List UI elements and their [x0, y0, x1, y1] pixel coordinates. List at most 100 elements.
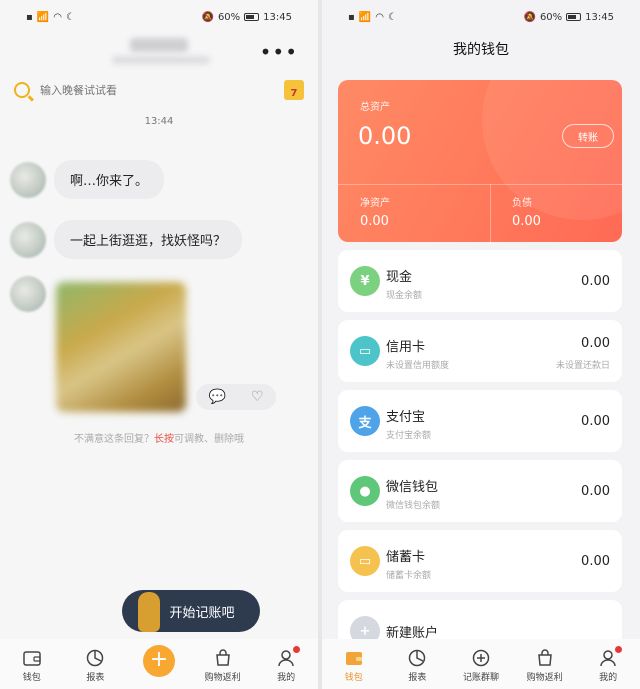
credit-card-icon: ▭ — [350, 336, 380, 366]
status-bar: ▪ 📶 ◠ ☾ 🔕 60% 13:45 — [0, 0, 318, 34]
chat-message: 一起上街逛逛，找妖怪吗？ — [10, 220, 243, 259]
notification-dot — [615, 646, 623, 653]
calendar-icon[interactable]: 7 — [284, 80, 304, 100]
account-balance: 0.00 — [581, 484, 610, 499]
account-wechat[interactable]: ● 微信钱包 微信钱包余额 0.00 — [338, 460, 622, 522]
tab-label: 购物返利 — [526, 673, 563, 683]
moon-icon: ☾ — [387, 11, 397, 23]
debt-value: 0.00 — [512, 214, 541, 229]
tab-reports[interactable]: 报表 — [387, 648, 447, 683]
tab-reports[interactable]: 报表 — [65, 648, 125, 683]
savings-card-icon: ▭ — [350, 546, 380, 576]
account-name: 支付宝 — [386, 410, 426, 425]
signal-icon: 📶 — [36, 11, 50, 23]
bottom-tab-bar: 钱包 报表 + 购物返利 我的 — [0, 639, 318, 689]
image-message[interactable] — [56, 282, 186, 412]
mute-icon: 🔕 — [201, 11, 214, 23]
chat-plus-icon — [471, 648, 491, 668]
account-subtitle: 储蓄卡余额 — [386, 571, 432, 581]
asset-summary-card[interactable]: 总资产 0.00 转账 净资产 0.00 负债 0.00 — [338, 80, 622, 242]
contact-subtitle-blurred — [112, 56, 210, 64]
wifi-icon: ◠ — [53, 11, 62, 23]
pie-chart-icon — [85, 648, 105, 668]
account-alipay[interactable]: 支 支付宝 支付宝余额 0.00 — [338, 390, 622, 452]
account-balance: 0.00 — [581, 554, 610, 569]
tab-wallet[interactable]: 钱包 — [2, 648, 62, 683]
contact-name-blurred — [130, 38, 188, 52]
battery-percent: 60% — [217, 11, 241, 23]
account-name: 储蓄卡 — [386, 550, 426, 565]
account-subtitle: 支付宝余额 — [386, 431, 432, 441]
tab-wallet[interactable]: 钱包 — [324, 648, 384, 683]
account-subtitle: 现金余额 — [386, 291, 423, 301]
chat-header: ••• — [0, 34, 318, 74]
hint-suffix: 可调教、删除哦 — [174, 434, 244, 445]
tab-label: 记账群聊 — [462, 673, 499, 683]
avatar[interactable] — [10, 161, 46, 198]
sim-icon: ▪ — [348, 11, 355, 23]
account-balance: 0.00 — [581, 274, 610, 289]
tab-label: 我的 — [599, 673, 618, 683]
account-name: 现金 — [386, 270, 413, 285]
moon-icon: ☾ — [65, 11, 75, 23]
net-assets-label: 净资产 — [360, 198, 390, 209]
tab-add[interactable]: + — [129, 645, 189, 683]
tab-label: 购物返利 — [204, 673, 241, 683]
wallet-screen: ▪ 📶 ◠ ☾ 🔕 60% 13:45 我的钱包 总资产 0.00 转账 净资产… — [322, 0, 640, 689]
page-title: 我的钱包 — [453, 42, 509, 58]
shopping-bag-icon — [213, 648, 233, 668]
signal-icons: ▪ 📶 ◠ ☾ — [348, 12, 397, 23]
chat-message-image — [10, 276, 46, 312]
battery-percent: 60% — [539, 11, 563, 23]
tab-label: 我的 — [277, 673, 296, 683]
comment-icon[interactable]: 💬 — [209, 389, 226, 405]
avatar[interactable] — [10, 276, 46, 312]
more-options-button[interactable]: ••• — [260, 40, 298, 64]
battery-icon — [566, 13, 582, 21]
chat-screen: ▪ 📶 ◠ ☾ 🔕 60% 13:45 ••• 7 13:44 啊…你来了。 一… — [0, 0, 318, 689]
net-assets-value: 0.00 — [360, 214, 389, 229]
tab-me[interactable]: 我的 — [256, 646, 316, 683]
signal-icon: 📶 — [358, 11, 372, 23]
repayment-day-note: 未设置还款日 — [555, 361, 610, 371]
search-input[interactable] — [40, 83, 274, 97]
account-subtitle: 微信钱包余额 — [386, 501, 441, 511]
hint-prefix: 不满意这条回复？ — [74, 434, 154, 445]
account-savings-card[interactable]: ▭ 储蓄卡 储蓄卡余额 0.00 — [338, 530, 622, 592]
account-name: 信用卡 — [386, 340, 426, 355]
account-credit-card[interactable]: ▭ 信用卡 未设置信用额度 0.00 未设置还款日 — [338, 320, 622, 382]
card-divider-vertical — [490, 184, 491, 242]
tab-me[interactable]: 我的 — [578, 646, 638, 683]
tab-group-chat[interactable]: 记账群聊 — [451, 648, 511, 683]
account-balance: 0.00 — [581, 336, 610, 351]
message-timestamp: 13:44 — [144, 116, 174, 127]
reply-hint: 不满意这条回复？长按可调教、删除哦 — [0, 430, 318, 445]
search-bar: 7 — [0, 74, 318, 106]
plus-icon: + — [142, 645, 175, 677]
bottom-tab-bar: 钱包 报表 记账群聊 购物返利 我的 — [322, 639, 640, 689]
search-icon — [14, 82, 30, 98]
message-bubble[interactable]: 啊…你来了。 — [54, 160, 165, 199]
avatar[interactable] — [10, 221, 46, 258]
notification-dot — [293, 646, 301, 653]
heart-icon[interactable]: ♡ — [251, 389, 264, 405]
tab-label: 报表 — [408, 673, 427, 683]
clock: 13:45 — [263, 11, 292, 23]
wifi-icon: ◠ — [375, 11, 384, 23]
account-subtitle: 未设置信用额度 — [386, 361, 450, 371]
debt-label: 负债 — [512, 198, 532, 209]
mute-icon: 🔕 — [523, 11, 536, 23]
tab-shopping-rebate[interactable]: 购物返利 — [515, 648, 575, 683]
account-balance: 0.00 — [581, 414, 610, 429]
tab-shopping-rebate[interactable]: 购物返利 — [193, 648, 253, 683]
hint-action: 长按 — [154, 434, 174, 445]
wallet-icon — [22, 648, 42, 668]
wechat-icon: ● — [350, 476, 380, 506]
account-cash[interactable]: ¥ 现金 现金余额 0.00 — [338, 250, 622, 312]
hand-pointer-icon — [138, 592, 160, 632]
transfer-button[interactable]: 转账 — [562, 124, 614, 148]
clock: 13:45 — [585, 11, 614, 23]
battery-icon — [244, 13, 260, 21]
message-bubble[interactable]: 一起上街逛逛，找妖怪吗？ — [54, 220, 243, 259]
tab-label: 钱包 — [22, 673, 41, 683]
